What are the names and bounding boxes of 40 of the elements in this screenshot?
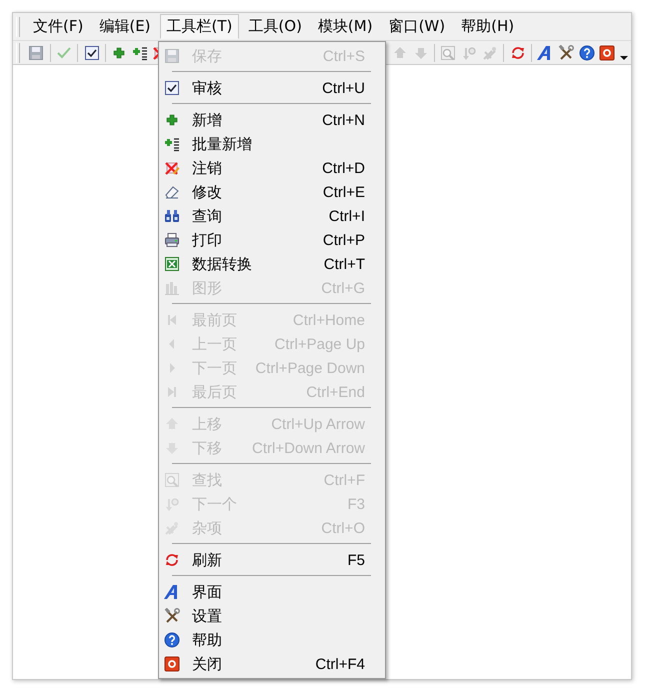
refresh-icon xyxy=(164,552,180,568)
printer-icon xyxy=(164,232,180,248)
close-icon xyxy=(164,656,180,672)
close-icon xyxy=(599,44,616,60)
arrow-magnifier-icon xyxy=(164,496,180,512)
magnifier-page-icon xyxy=(440,44,456,60)
menu-item[interactable]: 刷新 F5 xyxy=(159,548,385,572)
checkbox-icon xyxy=(84,44,100,60)
menu-item[interactable]: 查询 Ctrl+I xyxy=(159,204,385,228)
eraser-icon xyxy=(164,184,180,200)
binoculars-icon xyxy=(164,208,180,224)
menu-item[interactable]: 帮助 xyxy=(159,628,385,652)
help-icon xyxy=(164,632,180,648)
menu-item[interactable]: 批量新增 xyxy=(159,132,385,156)
menu-bar-item[interactable]: 模块(M) xyxy=(310,14,380,39)
menu-bar-item[interactable]: 编辑(E) xyxy=(92,14,158,39)
menu-item[interactable]: 设置 xyxy=(159,604,385,628)
slanted-a-icon xyxy=(164,584,180,600)
spreadsheet-icon xyxy=(164,256,180,272)
menu-item[interactable]: 打印 Ctrl+P xyxy=(159,228,385,252)
bar-chart-icon xyxy=(164,280,180,296)
menu-bar-item[interactable]: 工具栏(T) xyxy=(160,14,240,39)
magnifier-page-icon xyxy=(164,472,180,488)
menu-item[interactable]: 数据转换 Ctrl+T xyxy=(159,252,385,276)
plus-icon xyxy=(164,112,180,128)
menu-bar-item[interactable]: 帮助(H) xyxy=(454,14,522,39)
menu-item[interactable]: 新增 Ctrl+N xyxy=(159,108,385,132)
menu-item[interactable]: 关闭 Ctrl+F4 xyxy=(159,652,385,676)
menu-item[interactable]: 注销 Ctrl+D xyxy=(159,156,385,180)
menu-bar-item[interactable]: 工具(O) xyxy=(241,14,309,39)
menu-bar-item[interactable]: 窗口(W) xyxy=(382,14,452,39)
help-icon xyxy=(578,44,595,60)
menu-item[interactable]: 修改 Ctrl+E xyxy=(159,180,385,204)
menu-item[interactable]: 审核 Ctrl+U xyxy=(159,76,385,100)
cross-pencil-icon xyxy=(164,160,180,176)
checkbox-icon xyxy=(164,80,180,96)
menu-item[interactable]: 界面 xyxy=(159,580,385,604)
arrow-up-icon xyxy=(392,44,408,60)
menu-bar-item[interactable]: 文件(F) xyxy=(26,14,90,39)
chevron-down-icon xyxy=(620,56,628,60)
